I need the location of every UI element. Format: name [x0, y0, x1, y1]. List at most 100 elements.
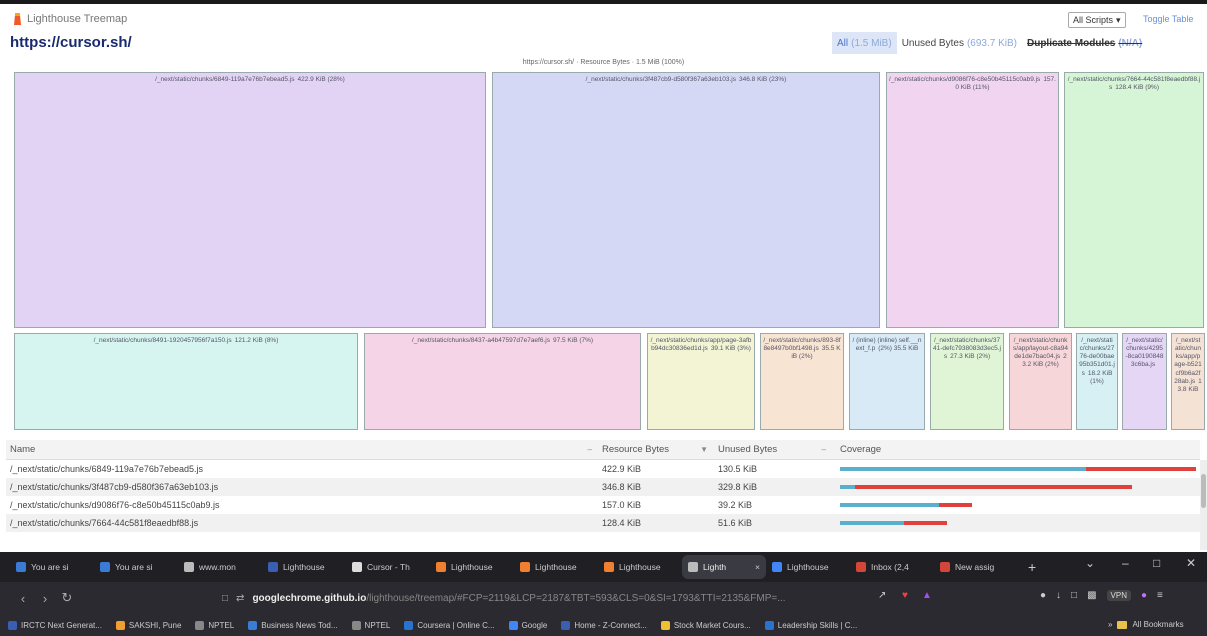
bookmark-item[interactable]: Leadership Skills | C... [764, 620, 857, 630]
bookmark-item[interactable]: NPTEL [195, 620, 234, 630]
browser-tab[interactable]: Lighthouse [262, 555, 346, 579]
treemap-cell[interactable]: /_next/static/chunks/4295-8ca01908483c6b… [1122, 333, 1167, 430]
table-row[interactable]: /_next/static/chunks/3f487cb9-d580f367a6… [6, 478, 1200, 496]
column-coverage[interactable]: Coverage [832, 444, 1194, 455]
treemap-cell[interactable]: /_next/static/chunks/app/page-b521cf9b6a… [1171, 333, 1205, 430]
browser-toolbar: ‹ › ↻ □ ⇄ googlechrome.github.io/lightho… [0, 582, 1207, 614]
brave-shield-icon[interactable]: ♥ [902, 590, 908, 601]
treemap-cell[interactable]: /_next/static/chunks/8491-1920457956f7a1… [14, 333, 358, 430]
forward-icon[interactable]: › [34, 591, 56, 606]
browser-tab[interactable]: You are si [10, 555, 94, 579]
bookmark-item[interactable]: Business News Tod... [248, 620, 338, 630]
treemap-cell[interactable]: /_next/static/chunks/3741-defc7938083d3e… [930, 333, 1004, 430]
bookmark-item[interactable]: Stock Market Cours... [660, 620, 751, 630]
treemap-cell-name: /_next/static/chunks/d9086f76-c8e50b4511… [889, 76, 1041, 83]
bookmark-item[interactable]: Home - Z-Connect... [561, 620, 647, 630]
row-coverage [832, 514, 1194, 532]
column-resource-bytes[interactable]: Resource Bytes ▼ [598, 444, 714, 455]
browser-tab[interactable]: Cursor - Th [346, 555, 430, 579]
tab-title: Cursor - Th [367, 562, 410, 572]
site-info-icon[interactable]: ⇄ [236, 593, 244, 604]
bookmark-favicon-icon [508, 620, 518, 630]
treemap-cell[interactable]: / (inline) (inline) self.__next_f.p (2%) … [849, 333, 925, 430]
bookmark-page-icon[interactable]: □ [222, 593, 228, 604]
extensions-icon[interactable]: ● [1040, 590, 1046, 601]
treemap-cell[interactable]: /_next/static/chunks/2776-de00bae95b351d… [1076, 333, 1118, 430]
treemap-cell[interactable]: /_next/static/chunks/3f487cb9-d580f367a6… [492, 72, 880, 328]
view-mode-1[interactable]: Unused Bytes (693.7 KiB) [897, 32, 1022, 54]
coverage-used-bar [840, 521, 905, 525]
tab-title: Lighthouse [535, 562, 577, 572]
tab-title: Inbox (2,4 [871, 562, 909, 572]
scripts-select[interactable]: All Scripts ▾ [1068, 12, 1126, 28]
browser-tab[interactable]: You are si [94, 555, 178, 579]
scrollbar-thumb[interactable] [1201, 474, 1206, 508]
bookmark-item[interactable]: NPTEL [351, 620, 391, 630]
table-row[interactable]: /_next/static/chunks/d9086f76-c8e50b4511… [6, 496, 1200, 514]
minimize-icon[interactable]: – [1122, 556, 1129, 570]
tab-title: You are si [31, 562, 69, 572]
rewards-icon[interactable]: ▲ [922, 590, 932, 601]
new-tab-button[interactable]: + [1018, 559, 1046, 575]
coverage-unused-bar [854, 485, 1132, 489]
vpn-button[interactable]: VPN [1106, 590, 1131, 601]
tab-search-icon[interactable]: ⌄ [1085, 556, 1095, 570]
all-bookmarks[interactable]: » All Bookmarks [1108, 620, 1184, 629]
browser-tab[interactable]: Lighthouse [514, 555, 598, 579]
bookmark-item[interactable]: IRCTC Next Generat... [8, 620, 102, 630]
browser-tab[interactable]: www.mon [178, 555, 262, 579]
treemap-cell[interactable]: /_next/static/chunks/893-8f8e8497b0bf149… [760, 333, 844, 430]
treemap-cell[interactable]: /_next/static/chunks/8437-a4b47597d7e7ae… [364, 333, 641, 430]
browser-tab[interactable]: Inbox (2,4 [850, 555, 934, 579]
maximize-icon[interactable]: □ [1153, 556, 1160, 570]
column-unused-bytes[interactable]: Unused Bytes – [714, 444, 832, 455]
folder-icon [1117, 620, 1128, 629]
bookmark-label: SAKSHI, Pune [128, 620, 182, 630]
share-icon[interactable]: ↗ [878, 590, 886, 601]
address-bar[interactable]: □ ⇄ googlechrome.github.io/lighthouse/tr… [222, 587, 922, 609]
table-row[interactable]: /_next/static/chunks/7664-44c581f8eaedbf… [6, 514, 1200, 532]
browser-tab[interactable]: Lighthouse [430, 555, 514, 579]
sort-desc-icon: ▼ [700, 445, 708, 454]
tab-favicon-icon [856, 562, 866, 572]
toggle-table-link[interactable]: Toggle Table [1143, 14, 1193, 24]
table-scrollbar[interactable] [1200, 460, 1207, 550]
treemap-cell-size: 128.4 KiB (9%) [1115, 84, 1159, 92]
close-tab-icon[interactable]: × [755, 562, 760, 572]
back-icon[interactable]: ‹ [12, 591, 34, 606]
browser-tab[interactable]: Lighth × [682, 555, 766, 579]
bookmark-item[interactable]: SAKSHI, Pune [115, 620, 182, 630]
view-mode-2[interactable]: Duplicate Modules (N/A) [1022, 32, 1147, 54]
treemap-cell[interactable]: /_next/static/chunks/6849-119a7e76b7ebea… [14, 72, 486, 328]
bookmark-label: NPTEL [364, 620, 391, 630]
download-icon[interactable]: ↓ [1056, 590, 1061, 601]
treemap-cell[interactable]: /_next/static/chunks/7664-44c581f8eaedbf… [1064, 72, 1204, 328]
tab-title: New assig [955, 562, 995, 572]
wallet-icon[interactable]: ▩ [1087, 590, 1096, 601]
table-body: /_next/static/chunks/6849-119a7e76b7ebea… [6, 460, 1200, 532]
tab-favicon-icon [520, 562, 530, 572]
treemap-cell[interactable]: /_next/static/chunks/d9086f76-c8e50b4511… [886, 72, 1059, 328]
reload-icon[interactable]: ↻ [56, 590, 78, 606]
browser-tab[interactable]: Lighthouse [766, 555, 850, 579]
column-name[interactable]: Name – [6, 444, 598, 455]
coverage-unused-bar [1085, 467, 1196, 471]
sidebar-icon[interactable]: □ [1071, 590, 1077, 601]
leo-icon[interactable]: ● [1141, 590, 1147, 601]
bookmark-item[interactable]: Coursera | Online C... [404, 620, 495, 630]
treemap-cell[interactable]: /_next/static/chunks/app/page-3afbb94dc3… [647, 333, 755, 430]
table-row[interactable]: /_next/static/chunks/6849-119a7e76b7ebea… [6, 460, 1200, 478]
view-mode-switch: All (1.5 MiB) Unused Bytes (693.7 KiB) Dupli… [832, 32, 1147, 54]
view-mode-0[interactable]: All (1.5 MiB) [832, 32, 897, 54]
menu-icon[interactable]: ≡ [1157, 590, 1163, 601]
tab-favicon-icon [940, 562, 950, 572]
close-window-icon[interactable]: ✕ [1186, 556, 1196, 570]
coverage-unused-bar [938, 503, 972, 507]
row-coverage [832, 460, 1196, 478]
browser-tab[interactable]: New assig [934, 555, 1018, 579]
treemap-cell[interactable]: /_next/static/chunks/app/layout-c8a94de1… [1009, 333, 1072, 430]
bookmark-item[interactable]: Google [508, 620, 547, 630]
browser-tab[interactable]: Lighthouse [598, 555, 682, 579]
treemap-cell-size: 422.9 KiB (28%) [297, 76, 345, 83]
treemap-cell-size: 27.3 KiB (2%) [950, 353, 991, 361]
